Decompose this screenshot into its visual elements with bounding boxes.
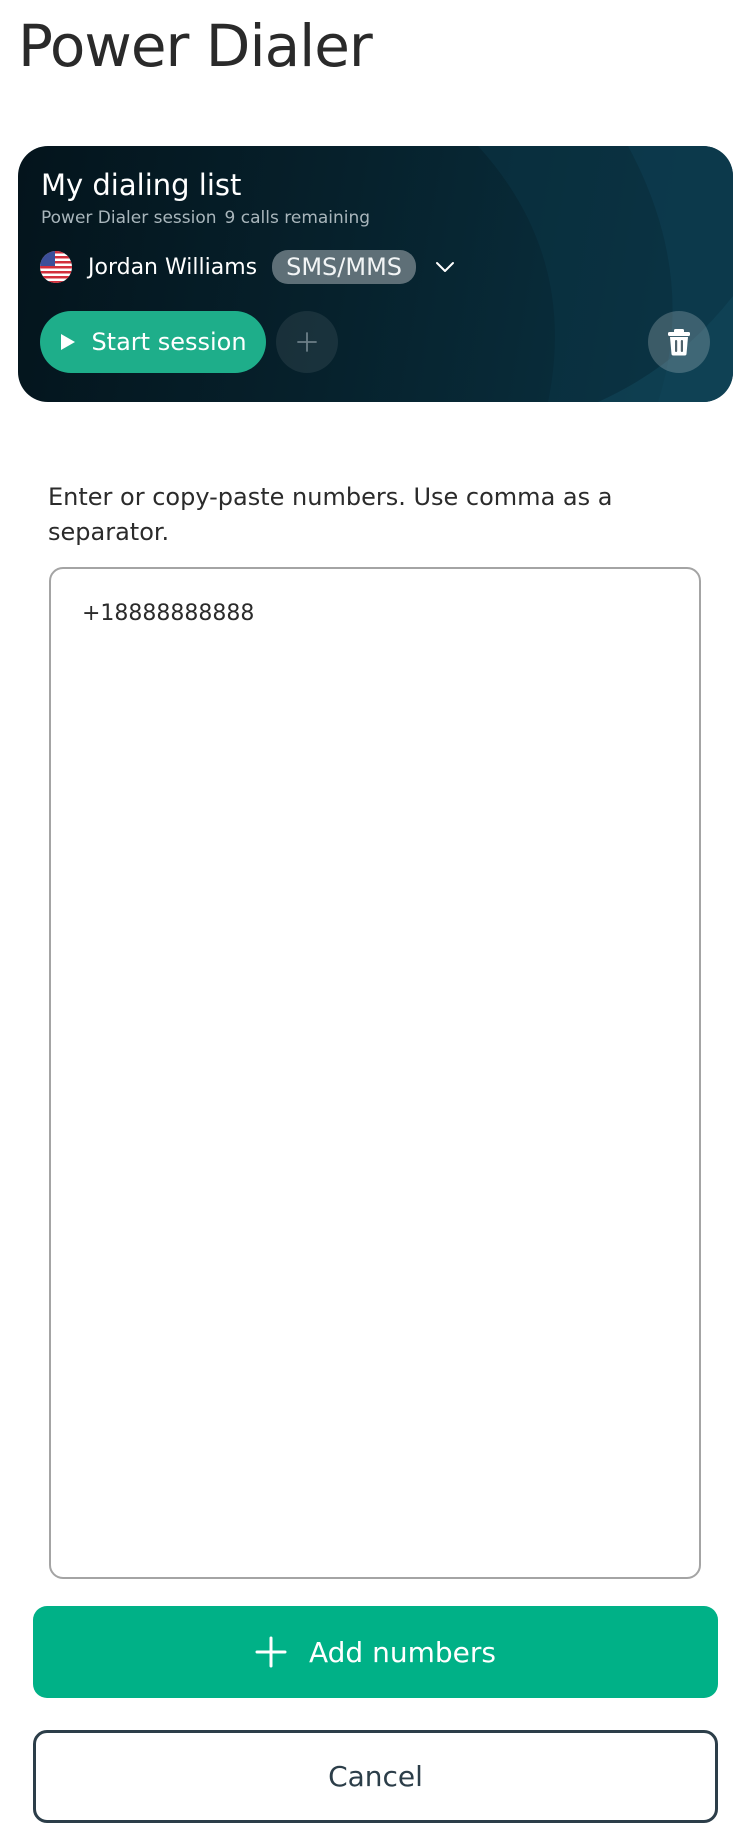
us-flag-icon bbox=[40, 251, 72, 283]
session-subtitle: Power Dialer session 9 calls remaining bbox=[41, 208, 370, 228]
plus-icon bbox=[255, 1636, 287, 1668]
channel-badge: SMS/MMS bbox=[272, 250, 417, 284]
dialing-list-card: My dialing list Power Dialer session 9 ca… bbox=[18, 146, 733, 402]
cancel-button[interactable]: Cancel bbox=[33, 1730, 718, 1823]
plus-icon bbox=[297, 332, 317, 352]
delete-list-button[interactable] bbox=[648, 311, 710, 373]
caller-name: Jordan Williams bbox=[88, 254, 258, 280]
numbers-input[interactable]: +18888888888 bbox=[49, 567, 701, 1579]
dialing-list-title: My dialing list bbox=[41, 168, 242, 202]
add-numbers-label: Add numbers bbox=[309, 1635, 496, 1669]
trash-icon bbox=[668, 329, 690, 356]
numbers-instructions: Enter or copy-paste numbers. Use comma a… bbox=[48, 483, 613, 546]
calls-remaining: 9 calls remaining bbox=[224, 208, 371, 228]
caller-selector[interactable]: Jordan Williams SMS/MMS bbox=[40, 250, 456, 284]
add-numbers-button[interactable]: Add numbers bbox=[33, 1606, 718, 1698]
page-title: Power Dialer bbox=[18, 12, 373, 80]
start-session-label: Start session bbox=[91, 328, 247, 356]
session-label: Power Dialer session bbox=[41, 208, 217, 228]
add-list-button[interactable] bbox=[276, 311, 338, 373]
cancel-label: Cancel bbox=[328, 1760, 423, 1793]
play-icon bbox=[61, 334, 76, 350]
chevron-down-icon[interactable] bbox=[434, 256, 456, 278]
start-session-button[interactable]: Start session bbox=[40, 311, 266, 373]
